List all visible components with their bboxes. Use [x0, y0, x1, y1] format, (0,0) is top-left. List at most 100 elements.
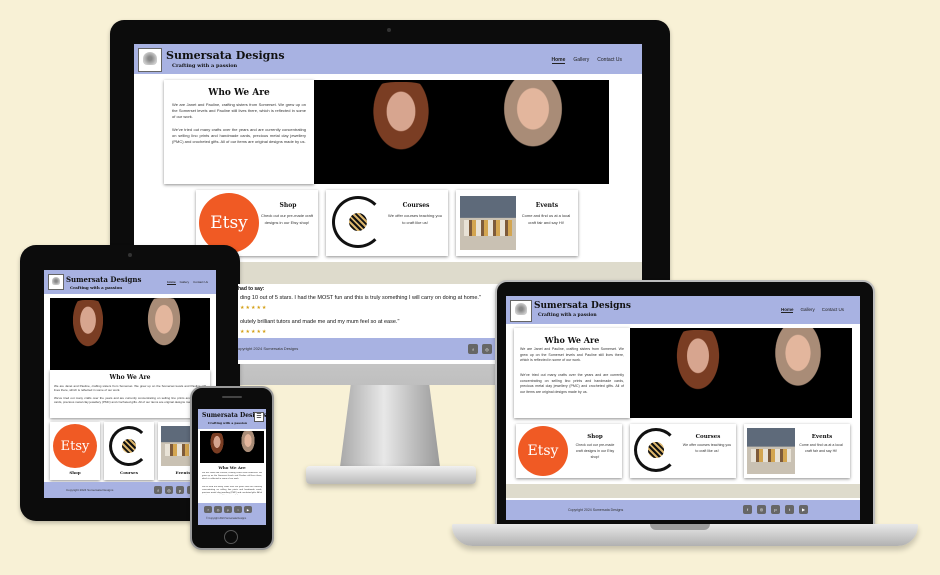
laptop-copyright: Copyright 2024 Sumersata Designs: [568, 508, 624, 512]
hero-photo: [312, 80, 609, 184]
laptop-events-text: Come and find us at a local craft fair a…: [799, 443, 843, 453]
phone-who-title: Who We Are: [218, 465, 246, 470]
tablet-tagline: Crafting with a passion: [70, 285, 123, 290]
youtube-icon[interactable]: ▶: [799, 505, 808, 514]
hamburger-menu-icon[interactable]: ☰: [254, 412, 264, 422]
pinterest-icon[interactable]: p: [771, 505, 780, 514]
main-nav: Home Gallery Contact Us: [551, 57, 622, 64]
laptop-who-p2: We've tried out many crafts over the yea…: [520, 373, 624, 394]
testimonial-2-stars: ★★★★★: [240, 329, 268, 335]
pinterest-icon[interactable]: p: [224, 506, 232, 513]
tablet-nav-home[interactable]: Home: [167, 280, 176, 285]
tablet-brand-name[interactable]: Sumersata Designs: [66, 275, 141, 284]
instagram-icon[interactable]: ◎: [165, 486, 173, 494]
laptop-notch: [650, 524, 710, 530]
laptop-nav-contact[interactable]: Contact Us: [822, 307, 844, 313]
nav-home[interactable]: Home: [551, 57, 566, 64]
tagline: Crafting with a passion: [172, 63, 238, 69]
laptop-events-title: Events: [811, 434, 833, 440]
facebook-icon[interactable]: f: [204, 506, 212, 513]
tablet-nav-contact[interactable]: Contact Us: [193, 280, 208, 285]
shop-text: Check out our pre-made craft designs in …: [260, 213, 314, 225]
courses-card[interactable]: Courses We offer courses teaching you to…: [326, 190, 448, 256]
laptop-courses-card[interactable]: Courses We offer courses teaching you to…: [630, 424, 736, 478]
phone-footer: f ◎ p t ▶ © Copyright 2024 Sumersata Des…: [198, 503, 266, 525]
events-text: Come and find us at a local craft fair a…: [521, 213, 571, 225]
laptop-courses-logo: [634, 428, 678, 472]
tablet-copyright: Copyright 2024 Sumersata Designs: [66, 488, 114, 492]
tablet-courses-title: Courses: [120, 470, 138, 475]
instagram-icon[interactable]: ◎: [482, 344, 492, 354]
laptop-header: Sumersata Designs Crafting with a passio…: [506, 296, 860, 324]
tablet-logo[interactable]: [48, 274, 64, 290]
tablet-camera: [128, 253, 132, 257]
laptop-nav-gallery[interactable]: Gallery: [800, 307, 814, 313]
tablet-who-p2: We've tried out many crafts over the yea…: [54, 396, 206, 404]
phone-copyright: © Copyright 2024 Sumersata Designs: [206, 517, 247, 520]
laptop-shop-text: Check out our pre-made craft designs in …: [575, 443, 615, 459]
tablet-courses-card[interactable]: Courses: [104, 422, 154, 480]
courses-logo: [332, 196, 384, 248]
laptop-social: f ◎ p t ▶: [743, 505, 808, 514]
shop-title: Shop: [279, 202, 297, 209]
laptop-hero-photo: [626, 328, 852, 418]
tablet-hero-photo: [50, 298, 210, 370]
phone-tagline: Crafting with a passion: [208, 421, 248, 425]
tablet-header: Sumersata Designs Crafting with a passio…: [44, 270, 216, 294]
who-paragraph-2: We've tried out many crafts over the yea…: [172, 127, 306, 144]
youtube-icon[interactable]: ▶: [244, 506, 252, 513]
laptop-who-title: Who We Are: [544, 335, 600, 345]
laptop-nav-home[interactable]: Home: [780, 307, 794, 313]
monitor-stand-base: [306, 466, 476, 484]
facebook-icon[interactable]: f: [154, 486, 162, 494]
laptop-events-card[interactable]: Events Come and find us at a local craft…: [744, 424, 850, 478]
laptop-etsy-logo: Etsy: [518, 426, 568, 476]
courses-text: We offer courses teaching you to craft l…: [388, 213, 442, 225]
testimonial-2: olutely brilliant tutors and made me and…: [240, 319, 400, 325]
monitor-camera: [387, 28, 391, 32]
tablet-shop-title: Shop: [69, 470, 81, 475]
testimonials-heading: had to say:: [238, 286, 265, 292]
laptop-testimonials-band: [506, 484, 860, 498]
laptop-shop-title: Shop: [587, 434, 603, 440]
tablet-nav: Home Gallery Contact Us: [167, 280, 208, 285]
tablet-shop-card[interactable]: Etsy Shop: [50, 422, 100, 480]
laptop-courses-text: We offer courses teaching you to craft l…: [682, 443, 732, 453]
testimonial-1: ding 10 out of 5 stars. I had the MOST f…: [240, 295, 481, 301]
phone-home-button: [224, 530, 238, 544]
desktop-copyright: opyright 2024 Sumersata Designs: [238, 346, 299, 351]
who-title: Who We Are: [208, 88, 270, 98]
tablet-etsy-logo: Etsy: [53, 424, 97, 468]
phone-social: f ◎ p t ▶: [204, 506, 252, 513]
nav-gallery[interactable]: Gallery: [573, 57, 589, 64]
brand-name[interactable]: Sumersata Designs: [166, 49, 285, 62]
events-title: Events: [535, 202, 559, 209]
twitter-icon[interactable]: t: [234, 506, 242, 513]
site-logo[interactable]: [138, 48, 162, 72]
laptop-who-box: Who We Are We are Janet and Pauline, cra…: [514, 328, 630, 418]
facebook-icon[interactable]: f: [468, 344, 478, 354]
phone-header: Sumersata Designs Crafting with a passio…: [198, 409, 266, 429]
pinterest-icon[interactable]: p: [176, 486, 184, 494]
laptop-shop-card[interactable]: Etsy Shop Check out our pre-made craft d…: [516, 424, 622, 478]
facebook-icon[interactable]: f: [743, 505, 752, 514]
laptop-events-photo: [747, 428, 795, 474]
phone-who-p1: We are Janet and Pauline, crafting siste…: [202, 472, 262, 480]
courses-title: Courses: [402, 202, 430, 209]
tablet-nav-gallery[interactable]: Gallery: [180, 280, 190, 285]
nav-contact[interactable]: Contact Us: [597, 57, 622, 64]
phone-speaker: [222, 396, 242, 398]
instagram-icon[interactable]: ◎: [757, 505, 766, 514]
laptop-logo[interactable]: [510, 300, 532, 322]
events-card[interactable]: Events Come and find us at a local craft…: [456, 190, 578, 256]
instagram-icon[interactable]: ◎: [214, 506, 222, 513]
desktop-social: f ◎: [468, 344, 492, 354]
laptop-who-p1: We are Janet and Pauline, crafting siste…: [520, 347, 624, 362]
who-paragraph-1: We are Janet and Pauline, crafting siste…: [172, 102, 306, 119]
laptop-site: Sumersata Designs Crafting with a passio…: [506, 296, 860, 520]
twitter-icon[interactable]: t: [785, 505, 794, 514]
phone-hero-photo: [200, 431, 264, 463]
laptop-tagline: Crafting with a passion: [538, 313, 597, 318]
testimonial-1-stars: ★★★★★: [240, 305, 268, 311]
laptop-brand-name[interactable]: Sumersata Designs: [534, 301, 631, 311]
